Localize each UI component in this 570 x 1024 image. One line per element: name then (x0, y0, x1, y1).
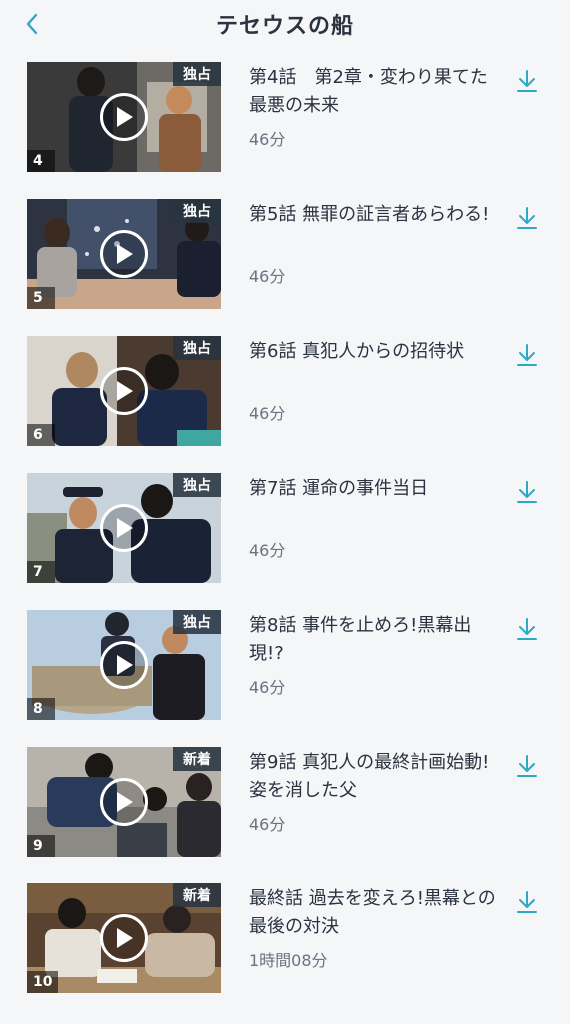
play-icon[interactable] (100, 778, 148, 826)
episode-thumbnail[interactable]: 独占 5 (27, 199, 221, 309)
episode-duration: 46分 (249, 267, 286, 286)
play-icon[interactable] (100, 93, 148, 141)
episode-title[interactable]: 第6話 真犯人からの招待状 (249, 338, 505, 366)
download-button[interactable] (512, 614, 542, 644)
episode-title[interactable]: 最終話 過去を変えろ!黒幕との最後の対決 (249, 885, 505, 941)
episode-number: 9 (27, 835, 55, 857)
download-button[interactable] (512, 203, 542, 233)
episode-number: 8 (27, 698, 55, 720)
exclusive-badge: 独占 (173, 610, 221, 634)
download-button[interactable] (512, 477, 542, 507)
download-icon (517, 207, 537, 229)
episode-number: 7 (27, 561, 55, 583)
episode-title[interactable]: 第8話 事件を止めろ!黒幕出現!? (249, 612, 505, 668)
episode-number: 10 (27, 971, 59, 993)
play-icon[interactable] (100, 504, 148, 552)
download-icon (517, 755, 537, 777)
play-icon[interactable] (100, 367, 148, 415)
play-icon[interactable] (100, 641, 148, 689)
episode-thumbnail[interactable]: 新着 9 (27, 747, 221, 857)
episode-item[interactable]: 新着 9 第9話 真犯人の最終計画始動!姿を消した父 46分 (0, 747, 570, 857)
play-icon[interactable] (100, 914, 148, 962)
episode-number: 6 (27, 424, 55, 446)
episode-duration: 46分 (249, 130, 286, 149)
episode-thumbnail[interactable]: 独占 6 (27, 336, 221, 446)
episode-duration: 1時間08分 (249, 951, 328, 970)
episode-thumbnail[interactable]: 独占 7 (27, 473, 221, 583)
download-button[interactable] (512, 887, 542, 917)
episode-item[interactable]: 独占 7 第7話 運命の事件当日 46分 (0, 473, 570, 583)
episode-number: 4 (27, 150, 55, 172)
exclusive-badge: 独占 (173, 473, 221, 497)
download-button[interactable] (512, 340, 542, 370)
episode-title[interactable]: 第9話 真犯人の最終計画始動!姿を消した父 (249, 749, 505, 805)
episode-duration: 46分 (249, 815, 286, 834)
episode-title[interactable]: 第5話 無罪の証言者あらわる! (249, 201, 505, 229)
exclusive-badge: 独占 (173, 62, 221, 86)
episode-thumbnail[interactable]: 独占 8 (27, 610, 221, 720)
download-icon (517, 70, 537, 92)
new-badge: 新着 (173, 883, 221, 907)
play-icon[interactable] (100, 230, 148, 278)
download-icon (517, 618, 537, 640)
download-button[interactable] (512, 66, 542, 96)
download-icon (517, 481, 537, 503)
header: テセウスの船 (0, 0, 570, 50)
new-badge: 新着 (173, 747, 221, 771)
episode-number: 5 (27, 287, 55, 309)
episode-title[interactable]: 第4話 第2章・変わり果てた最悪の未来 (249, 64, 505, 120)
download-icon (517, 891, 537, 913)
episode-title[interactable]: 第7話 運命の事件当日 (249, 475, 505, 503)
episode-duration: 46分 (249, 541, 286, 560)
episode-duration: 46分 (249, 404, 286, 423)
page-title: テセウスの船 (215, 14, 354, 39)
episode-duration: 46分 (249, 678, 286, 697)
episode-thumbnail[interactable]: 新着 10 (27, 883, 221, 993)
episode-item[interactable]: 独占 4 第4話 第2章・変わり果てた最悪の未来 46分 (0, 62, 570, 172)
download-icon (517, 344, 537, 366)
episode-item[interactable]: 独占 6 第6話 真犯人からの招待状 46分 (0, 336, 570, 446)
download-button[interactable] (512, 751, 542, 781)
exclusive-badge: 独占 (173, 336, 221, 360)
episode-thumbnail[interactable]: 独占 4 (27, 62, 221, 172)
exclusive-badge: 独占 (173, 199, 221, 223)
episode-item[interactable]: 独占 8 第8話 事件を止めろ!黒幕出現!? 46分 (0, 610, 570, 720)
episode-item[interactable]: 新着 10 最終話 過去を変えろ!黒幕との最後の対決 1時間08分 (0, 883, 570, 993)
episode-item[interactable]: 独占 5 第5話 無罪の証言者あらわる! 46分 (0, 199, 570, 309)
